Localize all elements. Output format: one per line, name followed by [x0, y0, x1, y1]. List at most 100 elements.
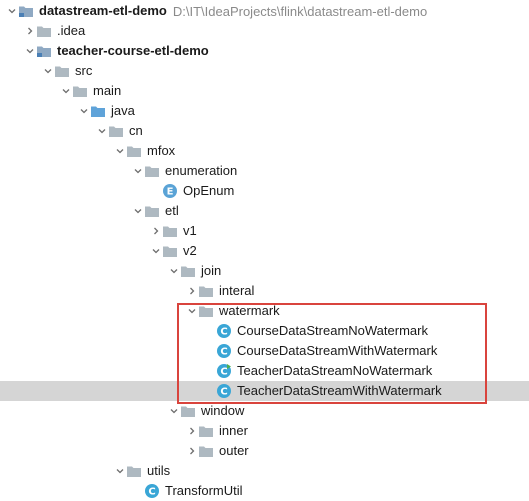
folder-icon [54, 63, 70, 79]
node-label: TransformUtil [165, 483, 243, 498]
node-label: watermark [219, 303, 280, 318]
package-icon [180, 263, 196, 279]
node-label: interal [219, 283, 255, 298]
node-window[interactable]: window [0, 401, 529, 421]
chevron-down-icon[interactable] [60, 81, 72, 101]
svg-text:C: C [220, 387, 227, 398]
node-teacher-no-watermark[interactable]: C TeacherDataStreamNoWatermark [0, 361, 529, 381]
chevron-right-icon[interactable] [186, 421, 198, 441]
arrow-spacer [132, 481, 144, 501]
chevron-down-icon[interactable] [168, 401, 180, 421]
svg-text:C: C [148, 487, 155, 498]
class-icon: C [216, 323, 232, 339]
node-enumeration[interactable]: enumeration [0, 161, 529, 181]
node-label: src [75, 63, 93, 78]
node-label: datastream-etl-demo [39, 3, 167, 18]
node-utils[interactable]: utils [0, 461, 529, 481]
svg-text:C: C [220, 327, 227, 338]
node-course-no-watermark[interactable]: C CourseDataStreamNoWatermark [0, 321, 529, 341]
chevron-down-icon[interactable] [96, 121, 108, 141]
module-folder-icon [36, 43, 52, 59]
node-watermark[interactable]: watermark [0, 301, 529, 321]
class-icon: C [216, 383, 232, 399]
node-v2[interactable]: v2 [0, 241, 529, 261]
node-label: CourseDataStreamNoWatermark [237, 323, 428, 338]
package-icon [126, 143, 142, 159]
arrow-spacer [204, 341, 216, 361]
svg-text:E: E [167, 187, 174, 198]
project-path: D:\IT\IdeaProjects\flink\datastream-etl-… [172, 3, 428, 19]
package-icon [198, 303, 214, 319]
node-label: java [111, 103, 135, 118]
package-icon [198, 443, 214, 459]
module-folder-icon [18, 3, 34, 19]
package-icon [108, 123, 124, 139]
chevron-right-icon[interactable] [186, 441, 198, 461]
arrow-spacer [204, 321, 216, 341]
chevron-down-icon[interactable] [24, 41, 36, 61]
chevron-down-icon[interactable] [6, 1, 18, 21]
node-datastream-etl-demo[interactable]: datastream-etl-demo D:\IT\IdeaProjects\fl… [0, 1, 529, 21]
package-icon [162, 223, 178, 239]
chevron-right-icon[interactable] [186, 281, 198, 301]
svg-text:C: C [220, 347, 227, 358]
package-icon [198, 283, 214, 299]
chevron-down-icon[interactable] [42, 61, 54, 81]
node-label: v2 [183, 243, 197, 258]
node-label: teacher-course-etl-demo [57, 43, 209, 58]
chevron-down-icon[interactable] [132, 201, 144, 221]
node-label: main [93, 83, 122, 98]
node-transformutil[interactable]: C TransformUtil [0, 481, 529, 501]
node-label: CourseDataStreamWithWatermark [237, 343, 438, 358]
arrow-spacer [150, 181, 162, 201]
folder-icon [72, 83, 88, 99]
chevron-down-icon[interactable] [168, 261, 180, 281]
chevron-down-icon[interactable] [186, 301, 198, 321]
chevron-down-icon[interactable] [78, 101, 90, 121]
node-interal[interactable]: interal [0, 281, 529, 301]
node-v1[interactable]: v1 [0, 221, 529, 241]
package-icon [144, 163, 160, 179]
node-label: enumeration [165, 163, 238, 178]
chevron-down-icon[interactable] [114, 141, 126, 161]
node-inner[interactable]: inner [0, 421, 529, 441]
project-tree[interactable]: datastream-etl-demo D:\IT\IdeaProjects\fl… [0, 0, 529, 498]
folder-icon [36, 23, 52, 39]
node-label: TeacherDataStreamNoWatermark [237, 363, 433, 378]
node-label: utils [147, 463, 171, 478]
package-icon [144, 203, 160, 219]
package-icon [180, 403, 196, 419]
node-teacher-with-watermark[interactable]: C TeacherDataStreamWithWatermark [0, 381, 529, 401]
class-icon: C [216, 343, 232, 359]
node-label: .idea [57, 23, 86, 38]
arrow-spacer [204, 381, 216, 401]
node-label: OpEnum [183, 183, 235, 198]
chevron-down-icon[interactable] [132, 161, 144, 181]
node-course-with-watermark[interactable]: C CourseDataStreamWithWatermark [0, 341, 529, 361]
runnable-class-icon: C [216, 363, 232, 379]
node-teacher-course-etl-demo[interactable]: teacher-course-etl-demo [0, 41, 529, 61]
node-label: etl [165, 203, 179, 218]
enum-icon: E [162, 183, 178, 199]
node-idea[interactable]: .idea [0, 21, 529, 41]
node-cn[interactable]: cn [0, 121, 529, 141]
chevron-right-icon[interactable] [24, 21, 36, 41]
package-icon [162, 243, 178, 259]
node-label: outer [219, 443, 249, 458]
source-folder-icon [90, 103, 106, 119]
node-label: TeacherDataStreamWithWatermark [237, 383, 442, 398]
node-openum[interactable]: E OpEnum [0, 181, 529, 201]
node-outer[interactable]: outer [0, 441, 529, 461]
node-etl[interactable]: etl [0, 201, 529, 221]
chevron-right-icon[interactable] [150, 221, 162, 241]
node-java[interactable]: java [0, 101, 529, 121]
svg-text:C: C [220, 367, 227, 378]
chevron-down-icon[interactable] [150, 241, 162, 261]
node-mfox[interactable]: mfox [0, 141, 529, 161]
node-src[interactable]: src [0, 61, 529, 81]
node-main[interactable]: main [0, 81, 529, 101]
package-icon [126, 463, 142, 479]
chevron-down-icon[interactable] [114, 461, 126, 481]
node-join[interactable]: join [0, 261, 529, 281]
package-icon [198, 423, 214, 439]
